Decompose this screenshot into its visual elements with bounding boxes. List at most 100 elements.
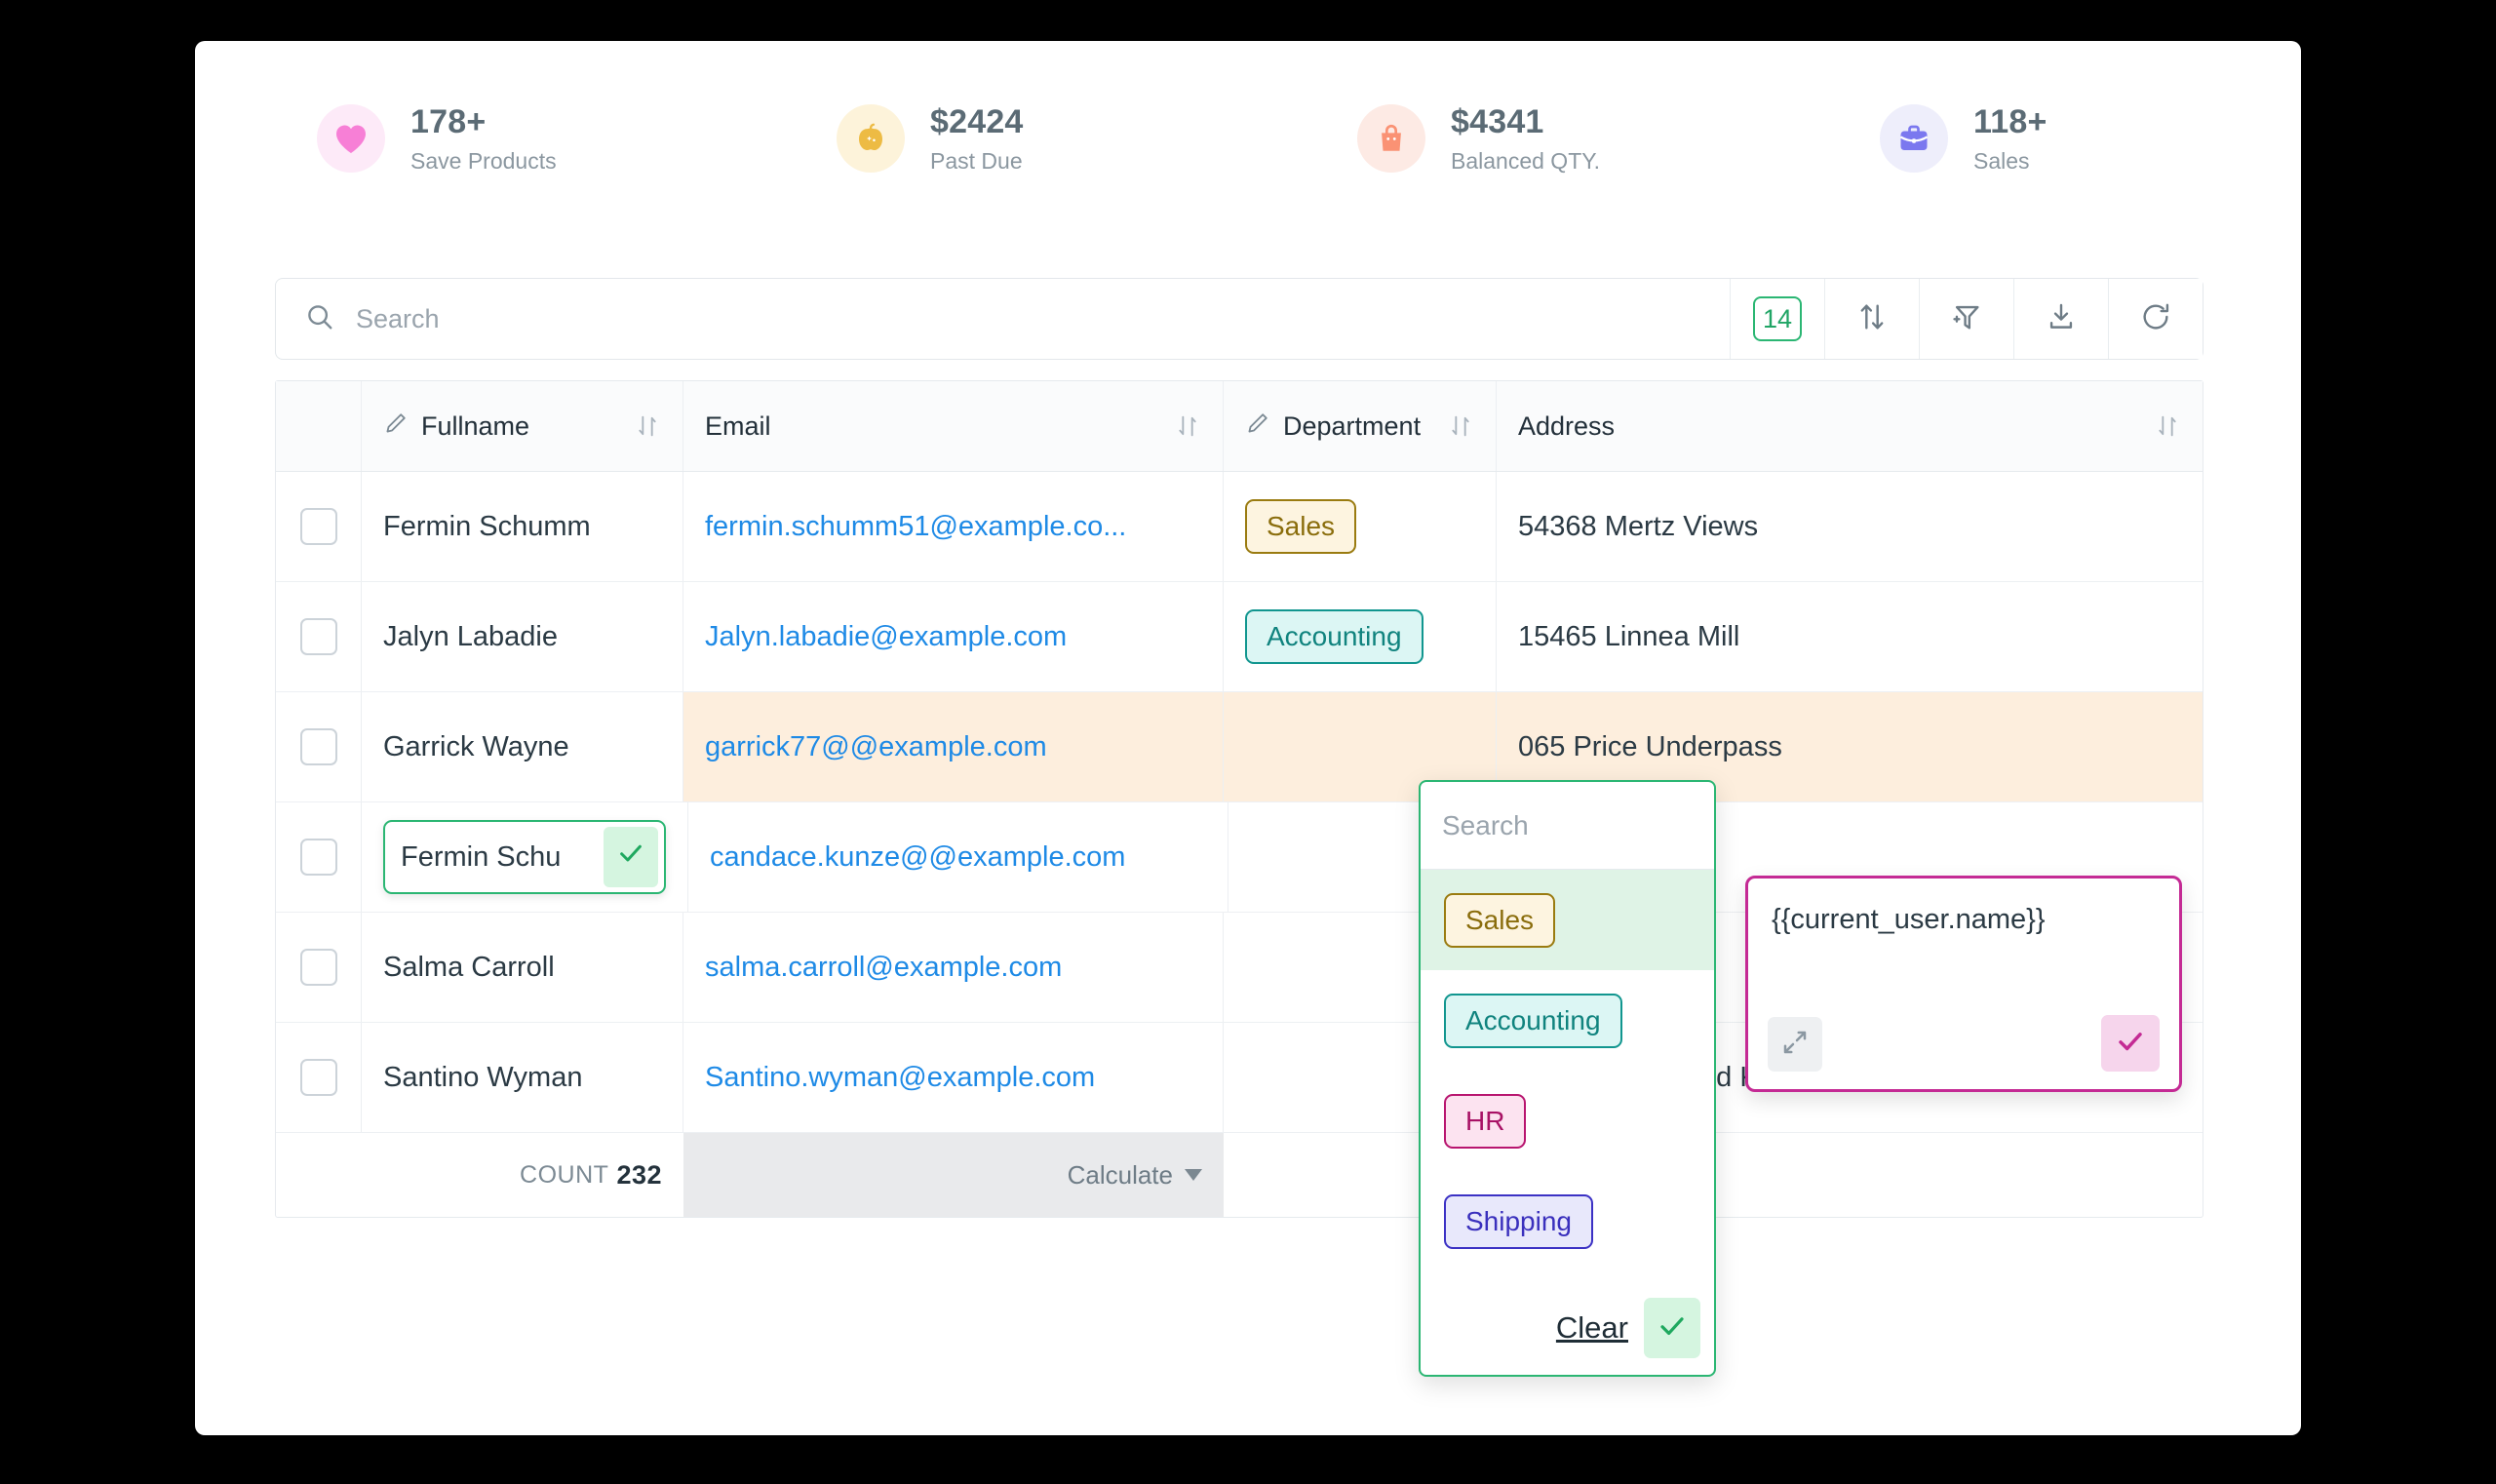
cell-address[interactable]: 54368 Mertz Views — [1497, 472, 2203, 581]
stat-value: 178+ — [410, 102, 487, 140]
footer-row: COUNT 232 Calculate — [276, 1133, 2203, 1217]
table-row: Fermin Schumm fermin.schumm51@example.co… — [276, 472, 2203, 582]
sort-toggle-icon[interactable] — [634, 412, 661, 440]
table-row: Jalyn Labadie Jalyn.labadie@example.com … — [276, 582, 2203, 692]
bag-icon — [1375, 121, 1408, 156]
sort-toggle-icon[interactable] — [1174, 412, 1201, 440]
row-checkbox[interactable] — [299, 728, 337, 765]
row-select-cell[interactable] — [276, 582, 362, 691]
department-chip: Accounting — [1245, 609, 1424, 664]
refresh-button[interactable] — [2108, 279, 2203, 359]
cell-text: 54368 Mertz Views — [1518, 510, 1759, 542]
stats-strip: 178+ Save Products $2424 Past Due $4341 … — [195, 41, 2301, 236]
sort-toggle-icon[interactable] — [1447, 412, 1474, 440]
cell-email[interactable]: candace.kunze@@example.com — [688, 802, 1228, 912]
department-option-shipping[interactable]: Shipping — [1421, 1171, 1714, 1271]
row-checkbox[interactable] — [299, 839, 337, 876]
row-select-cell[interactable] — [276, 802, 362, 912]
footer-calculate-button[interactable]: Calculate — [683, 1133, 1224, 1217]
department-option-sales[interactable]: Sales — [1421, 870, 1714, 970]
row-checkbox[interactable] — [299, 949, 337, 986]
cell-fullname[interactable]: Garrick Wayne — [362, 692, 683, 801]
check-icon — [1657, 1310, 1688, 1347]
row-checkbox[interactable] — [299, 1059, 337, 1096]
row-select-cell[interactable] — [276, 692, 362, 801]
cell-text: Fermin Schumm — [383, 510, 591, 542]
cell-email[interactable]: garrick77@@example.com — [683, 692, 1224, 801]
cell-fullname-editing[interactable] — [362, 802, 688, 912]
stat-value: $2424 — [930, 102, 1024, 140]
pencil-icon — [1245, 410, 1270, 443]
selected-count-badge: 14 — [1752, 296, 1803, 341]
department-chip: Sales — [1444, 892, 1556, 948]
department-dropdown-footer: Clear — [1421, 1281, 1714, 1375]
department-confirm-button[interactable] — [1644, 1298, 1700, 1358]
cell-text: garrick77@@example.com — [705, 730, 1047, 762]
refresh-icon — [2139, 300, 2172, 338]
column-header-address[interactable]: Address — [1497, 381, 2203, 471]
download-icon — [2045, 300, 2078, 338]
stat-label: Balanced QTY. — [1451, 147, 1601, 174]
search-field[interactable] — [276, 279, 1730, 359]
stat-value: 118+ — [1973, 102, 2048, 140]
footer-count-value: 232 — [616, 1159, 662, 1190]
column-header-fullname[interactable]: Fullname — [362, 381, 683, 471]
selected-count-button[interactable]: 14 — [1730, 279, 1824, 359]
address-confirm-button[interactable] — [2101, 1015, 2160, 1072]
fullname-edit-box[interactable] — [383, 820, 666, 894]
search-input[interactable] — [356, 303, 1730, 334]
column-header-label: Address — [1518, 410, 1616, 441]
cell-department[interactable]: Accounting — [1224, 582, 1497, 691]
download-button[interactable] — [2013, 279, 2108, 359]
check-icon — [616, 839, 645, 876]
department-option-accounting[interactable]: Accounting — [1421, 970, 1714, 1071]
department-search-input[interactable] — [1442, 809, 1693, 841]
cell-text: Santino Wyman — [383, 1061, 583, 1093]
department-chip: HR — [1444, 1093, 1527, 1149]
department-chip: Shipping — [1444, 1193, 1593, 1249]
sort-toggle-icon[interactable] — [2154, 412, 2181, 440]
cell-email[interactable]: Jalyn.labadie@example.com — [683, 582, 1224, 691]
address-editor-value[interactable]: {{current_user.name}} — [1772, 904, 2160, 936]
select-all-cell — [276, 381, 362, 471]
cell-address[interactable]: 15465 Linnea Mill — [1497, 582, 2203, 691]
cell-fullname[interactable]: Santino Wyman — [362, 1023, 683, 1132]
fullname-edit-input[interactable] — [385, 840, 604, 874]
cell-fullname[interactable]: Fermin Schumm — [362, 472, 683, 581]
stat-value: $4341 — [1451, 102, 1544, 140]
row-select-cell[interactable] — [276, 913, 362, 1022]
footer-count: COUNT 232 — [362, 1133, 683, 1217]
cell-text: fermin.schumm51@example.co... — [705, 510, 1127, 542]
department-dropdown: Sales Accounting HR Shipping Clear — [1419, 780, 1716, 1377]
header-row: Fullname Email Department Address — [276, 381, 2203, 472]
clear-button[interactable]: Clear — [1556, 1310, 1628, 1346]
filter-button[interactable] — [1919, 279, 2013, 359]
row-select-cell[interactable] — [276, 472, 362, 581]
sort-button[interactable] — [1824, 279, 1919, 359]
row-checkbox[interactable] — [299, 508, 337, 545]
stat-card-save-products: 178+ Save Products — [195, 103, 722, 175]
cell-fullname[interactable]: Salma Carroll — [362, 913, 683, 1022]
address-editor-popup[interactable]: {{current_user.name}} — [1745, 876, 2182, 1092]
cell-text: salma.carroll@example.com — [705, 951, 1063, 983]
expand-button[interactable] — [1768, 1017, 1822, 1072]
cell-fullname[interactable]: Jalyn Labadie — [362, 582, 683, 691]
department-search-field[interactable] — [1421, 782, 1714, 870]
heart-icon — [333, 122, 369, 155]
confirm-edit-button[interactable] — [604, 827, 658, 887]
search-toolbar: 14 — [275, 278, 2204, 360]
row-checkbox[interactable] — [299, 618, 337, 655]
cell-email[interactable]: Santino.wyman@example.com — [683, 1023, 1224, 1132]
app-card: 178+ Save Products $2424 Past Due $4341 … — [195, 41, 2301, 1435]
cell-department[interactable]: Sales — [1224, 472, 1497, 581]
briefcase-icon — [1896, 122, 1931, 155]
column-header-email[interactable]: Email — [683, 381, 1224, 471]
stat-card-past-due: $2424 Past Due — [722, 103, 1248, 175]
cell-email[interactable]: fermin.schumm51@example.co... — [683, 472, 1224, 581]
footer-select-cell — [276, 1133, 362, 1217]
row-select-cell[interactable] — [276, 1023, 362, 1132]
check-icon — [2115, 1026, 2146, 1062]
column-header-department[interactable]: Department — [1224, 381, 1497, 471]
department-option-hr[interactable]: HR — [1421, 1071, 1714, 1171]
cell-email[interactable]: salma.carroll@example.com — [683, 913, 1224, 1022]
